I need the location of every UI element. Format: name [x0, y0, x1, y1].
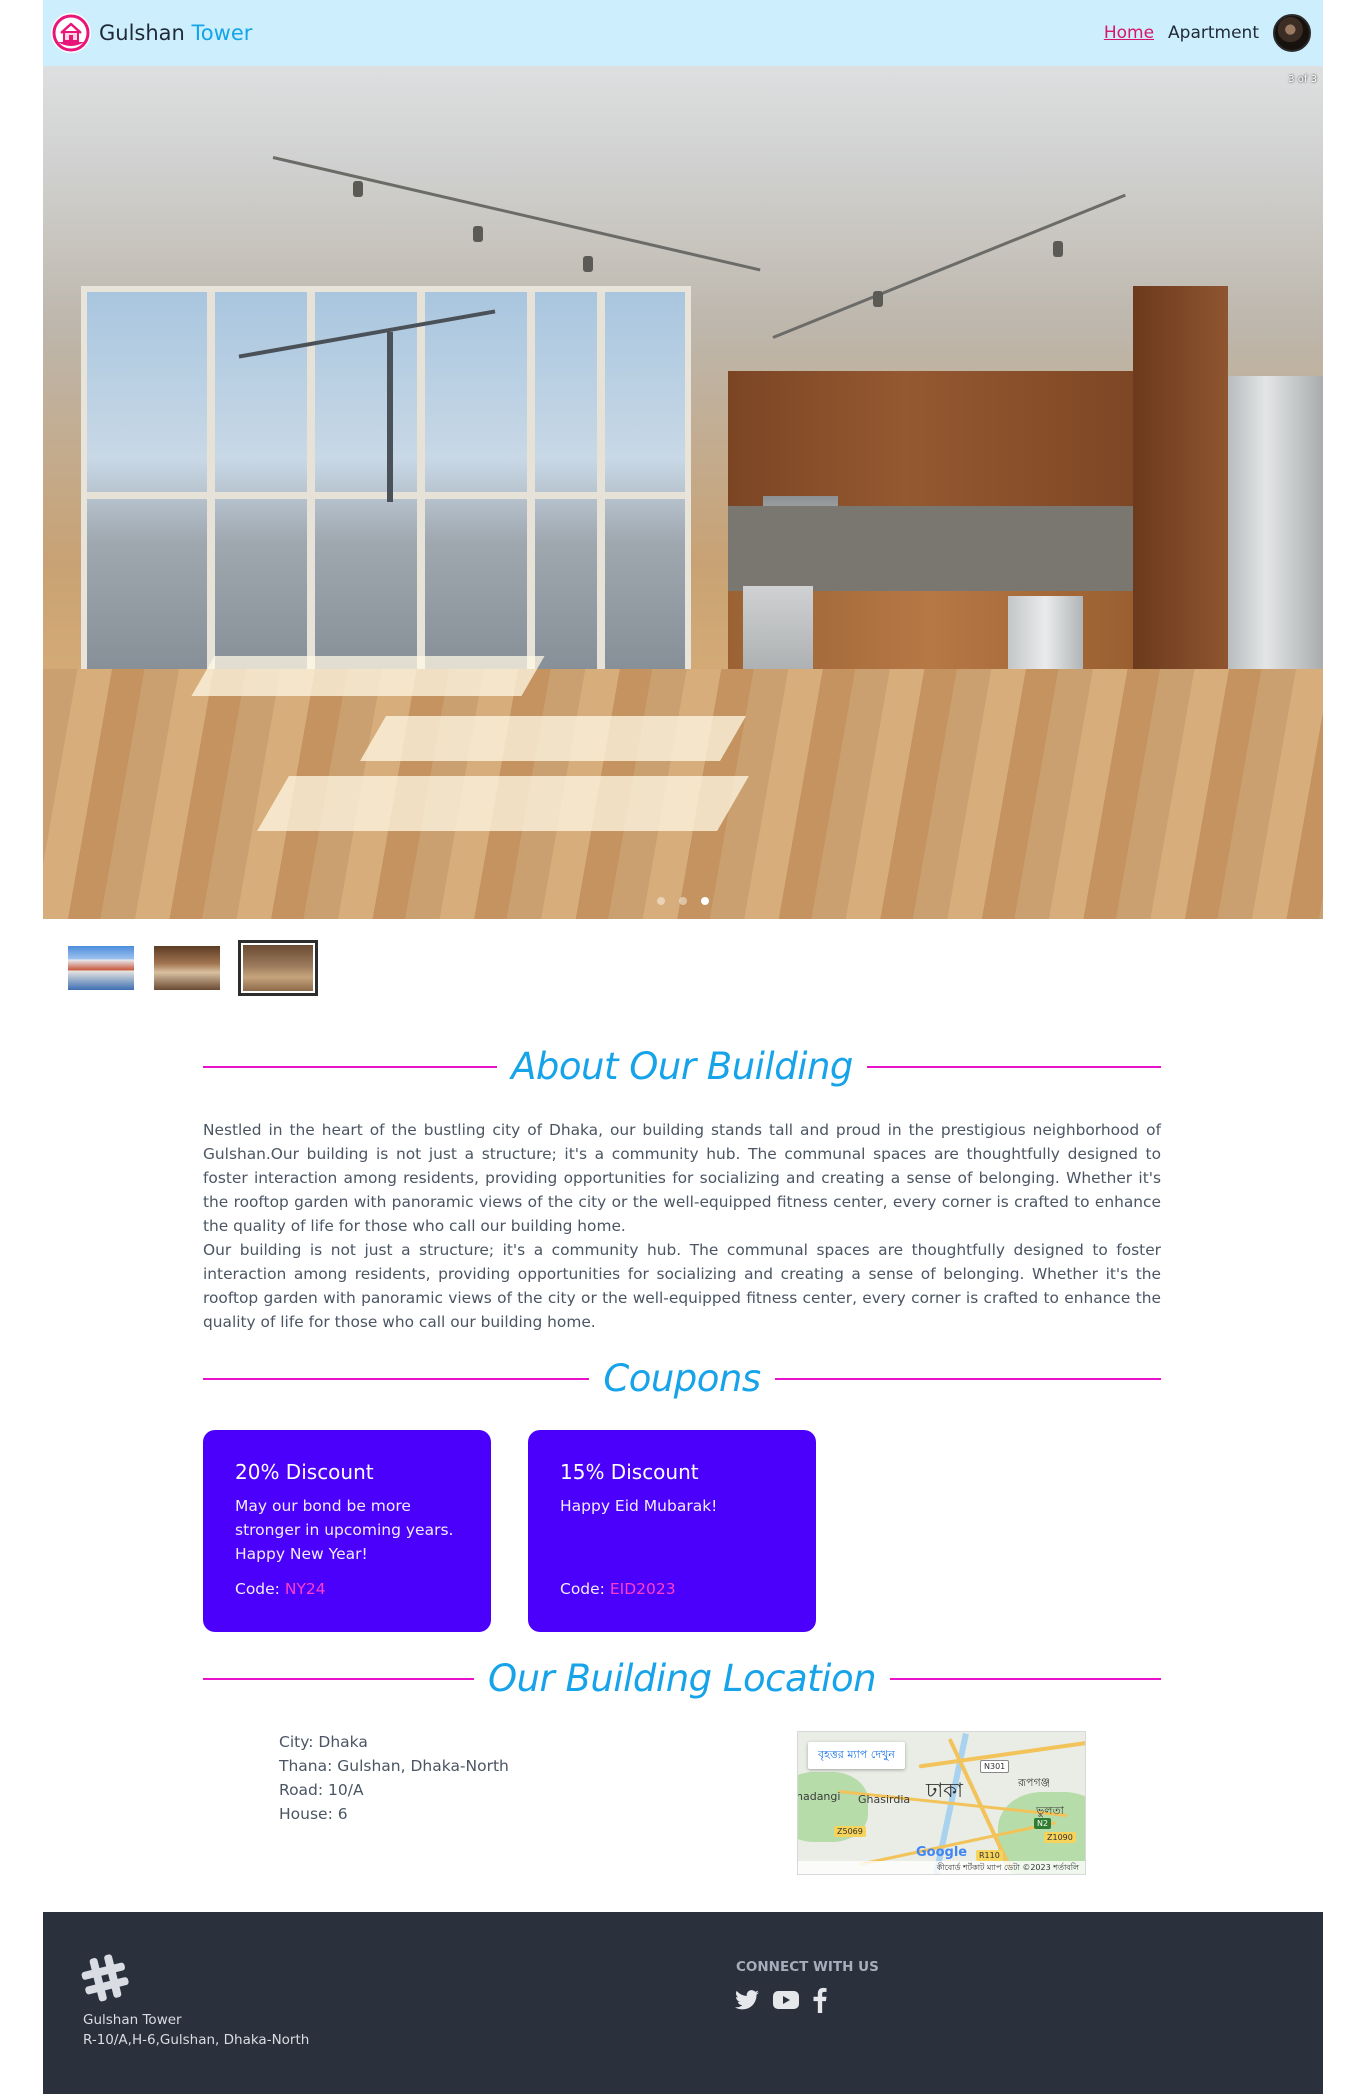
address-house: House: 6	[279, 1805, 348, 1823]
map-road-badge: Z1090	[1044, 1832, 1076, 1843]
footer-address: R-10/A,H-6,Gulshan, Dhaka-North	[83, 2032, 310, 2048]
map-road-badge: N301	[980, 1760, 1010, 1773]
coupon-code-label: Code:	[235, 1580, 280, 1598]
hashtag-logo-icon	[79, 1952, 131, 2013]
carousel-indicators	[43, 897, 1323, 905]
facebook-icon[interactable]	[813, 1987, 827, 2013]
about-heading: About Our Building	[203, 1045, 1162, 1088]
coupon-description: Happy Eid Mubarak!	[560, 1497, 718, 1515]
coupon-description: May our bond be more stronger in upcomin…	[235, 1497, 454, 1563]
map-attribution: কীবোর্ড শর্টকাট ম্যাপ ডেটা ©2023 শর্তাবল…	[798, 1861, 1085, 1874]
map-road-badge: N2	[1034, 1818, 1052, 1829]
brand-name: Gulshan Tower	[99, 21, 252, 45]
thumbnail-3[interactable]	[238, 940, 318, 996]
carousel-thumbnails	[66, 940, 318, 996]
coupon-code-value[interactable]: NY24	[285, 1580, 326, 1598]
twitter-icon[interactable]	[735, 1989, 759, 2011]
location-map[interactable]: বৃহত্তর ম্যাপ দেখুন ঢাকা nadangi Ghasird…	[797, 1731, 1086, 1875]
map-label: রূপগঞ্জ	[1018, 1776, 1051, 1789]
map-label: Ghasirdia	[858, 1793, 911, 1806]
footer-social-heading: CONNECT WITH US	[736, 1959, 879, 1975]
coupon-title: 15% Discount	[560, 1460, 699, 1484]
brand[interactable]: Gulshan Tower	[51, 13, 252, 53]
map-larger-map-button[interactable]: বৃহত্তর ম্যাপ দেখুন	[808, 1742, 905, 1769]
map-road-badge: R110	[976, 1850, 1003, 1861]
coupon-card[interactable]: 20% Discount May our bond be more strong…	[203, 1430, 491, 1632]
section-title-coupons: Coupons	[603, 1357, 761, 1400]
carousel-dot-3[interactable]	[701, 897, 709, 905]
thumbnail-1[interactable]	[66, 944, 136, 992]
footer-company-name: Gulshan Tower	[83, 2012, 182, 2028]
coupon-card[interactable]: 15% Discount Happy Eid Mubarak! Code: EI…	[528, 1430, 816, 1632]
map-google-logo: Google	[916, 1845, 968, 1860]
coupon-code-label: Code:	[560, 1580, 605, 1598]
coupon-code: Code: NY24	[235, 1580, 326, 1598]
navbar: Gulshan Tower Home Apartment	[43, 0, 1323, 66]
address-thana: Thana: Gulshan, Dhaka-North	[279, 1757, 509, 1775]
coupon-list: 20% Discount May our bond be more strong…	[203, 1430, 816, 1632]
map-label: nadangi	[797, 1790, 841, 1803]
about-paragraph-1: Nestled in the heart of the bustling cit…	[203, 1121, 1161, 1235]
coupon-code-value[interactable]: EID2023	[610, 1580, 676, 1598]
brand-name-accent: Tower	[191, 21, 253, 45]
divider	[203, 1065, 498, 1068]
address-road: Road: 10/A	[279, 1781, 364, 1799]
divider	[890, 1677, 1162, 1680]
slide-counter: 3 of 3	[1288, 74, 1317, 85]
nav-menu: Home Apartment	[1104, 14, 1311, 52]
about-text: Nestled in the heart of the bustling cit…	[203, 1118, 1161, 1334]
slide-image-cabinets	[728, 371, 1173, 506]
coupon-code: Code: EID2023	[560, 1580, 676, 1598]
section-title-location: Our Building Location	[487, 1657, 877, 1700]
carousel-dot-2[interactable]	[679, 897, 687, 905]
footer: Gulshan Tower R-10/A,H-6,Gulshan, Dhaka-…	[43, 1912, 1323, 2094]
thumbnail-2[interactable]	[152, 944, 222, 992]
divider	[866, 1065, 1162, 1068]
divider	[774, 1377, 1161, 1380]
map-road-badge: Z5069	[834, 1826, 866, 1837]
divider	[203, 1677, 474, 1680]
house-logo-icon	[51, 13, 91, 53]
coupons-heading: Coupons	[203, 1357, 1161, 1400]
address-details: City: Dhaka Thana: Gulshan, Dhaka-North …	[279, 1730, 509, 1826]
slide-image-windows	[81, 286, 691, 716]
carousel-dot-1[interactable]	[657, 897, 665, 905]
hero-carousel[interactable]: 3 of 3	[43, 66, 1323, 919]
nav-link-apartment[interactable]: Apartment	[1168, 23, 1259, 43]
map-city-label: ঢাকা	[926, 1778, 963, 1802]
about-paragraph-2: Our building is not just a structure; it…	[203, 1241, 1161, 1331]
section-title-about: About Our Building	[511, 1045, 853, 1088]
nav-link-home[interactable]: Home	[1104, 23, 1154, 43]
location-heading: Our Building Location	[203, 1657, 1162, 1700]
coupon-title: 20% Discount	[235, 1460, 374, 1484]
brand-name-primary: Gulshan	[99, 21, 185, 45]
address-city: City: Dhaka	[279, 1733, 368, 1751]
social-links	[735, 1987, 827, 2013]
divider	[203, 1377, 590, 1380]
youtube-icon[interactable]	[773, 1990, 799, 2010]
user-avatar[interactable]	[1273, 14, 1311, 52]
